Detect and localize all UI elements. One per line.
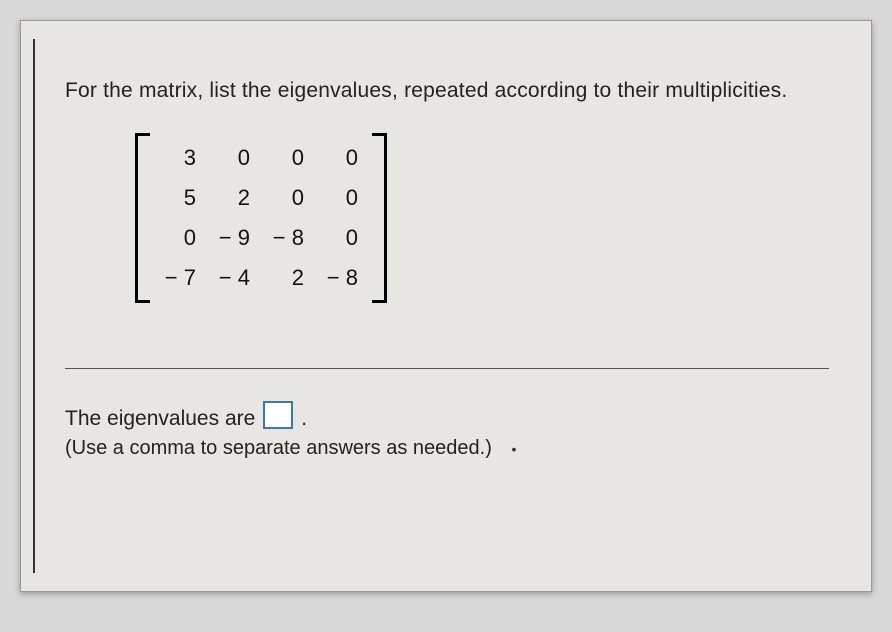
answer-suffix: . [301, 407, 307, 431]
matrix-cell: 0 [272, 185, 304, 211]
matrix-cell: 0 [326, 145, 358, 171]
matrix: 3 0 0 0 5 2 0 0 0 − 9 − 8 0 − 7 − 4 2 − … [135, 133, 387, 303]
matrix-cell: 5 [164, 185, 196, 211]
matrix-cell: 0 [218, 145, 250, 171]
matrix-left-bracket [135, 133, 152, 303]
matrix-cell: 0 [326, 225, 358, 251]
answer-prefix: The eigenvalues are [65, 407, 255, 431]
answer-input[interactable] [263, 401, 293, 429]
page-frame: For the matrix, list the eigenvalues, re… [20, 20, 872, 592]
trailing-dot: • [511, 441, 516, 457]
instruction-text: (Use a comma to separate answers as need… [65, 437, 829, 460]
matrix-cell: − 9 [218, 225, 250, 251]
matrix-cell: − 4 [218, 265, 250, 291]
matrix-cell: − 7 [164, 265, 196, 291]
matrix-cell: 0 [164, 225, 196, 251]
answer-line: The eigenvalues are . [65, 397, 829, 431]
instruction-label: (Use a comma to separate answers as need… [65, 437, 492, 459]
matrix-cell: 0 [326, 185, 358, 211]
matrix-cell: − 8 [272, 225, 304, 251]
matrix-cell: 3 [164, 145, 196, 171]
section-divider [65, 368, 829, 369]
matrix-cell: 2 [272, 265, 304, 291]
matrix-right-bracket [370, 133, 387, 303]
matrix-cell: − 8 [326, 265, 358, 291]
content-area: For the matrix, list the eigenvalues, re… [33, 39, 859, 573]
question-text: For the matrix, list the eigenvalues, re… [65, 79, 829, 103]
matrix-grid: 3 0 0 0 5 2 0 0 0 − 9 − 8 0 − 7 − 4 2 − … [152, 135, 370, 301]
matrix-cell: 0 [272, 145, 304, 171]
matrix-cell: 2 [218, 185, 250, 211]
